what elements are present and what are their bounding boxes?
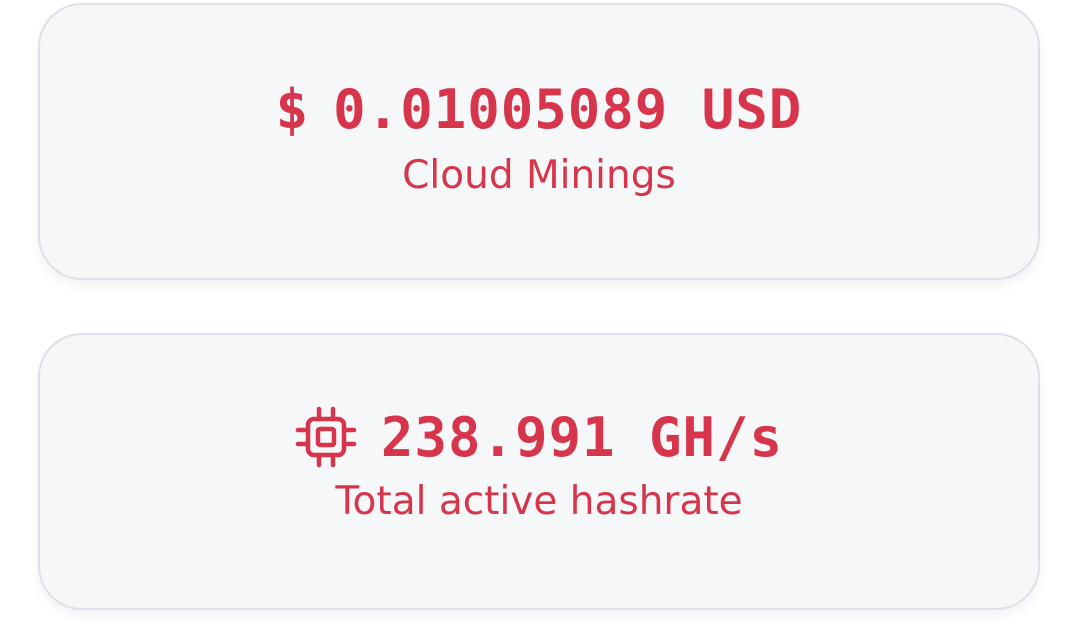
cloud-mining-balance-card: $ 0.01005089 USD Cloud Minings xyxy=(38,3,1040,280)
hashrate-value-row: 238.991 GH/s xyxy=(40,399,1038,475)
balance-value-row: $ 0.01005089 USD xyxy=(40,71,1038,147)
hashrate-card: 238.991 GH/s Total active hashrate xyxy=(38,333,1040,610)
balance-value: 0.01005089 USD xyxy=(333,77,803,141)
cpu-chip-icon xyxy=(295,406,357,468)
dollar-icon: $ xyxy=(275,77,310,141)
hashrate-value: 238.991 GH/s xyxy=(380,405,784,469)
hashrate-caption: Total active hashrate xyxy=(335,479,743,524)
balance-caption: Cloud Minings xyxy=(402,153,676,198)
